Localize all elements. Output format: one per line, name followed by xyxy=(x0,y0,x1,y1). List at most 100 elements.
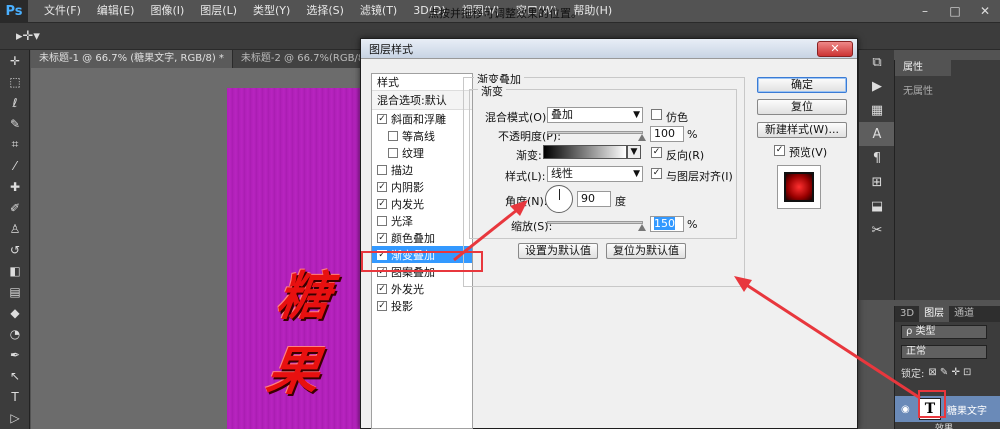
menu-type[interactable]: 类型(Y) xyxy=(245,0,298,22)
style-checkbox[interactable]: ✓ xyxy=(377,283,387,294)
pen-tool-icon[interactable]: ✒ xyxy=(0,344,30,365)
style-item[interactable]: ✓ 斜面和浮雕 xyxy=(372,110,472,127)
canvas-area[interactable]: 糖果 xyxy=(31,68,361,429)
history-brush-icon[interactable]: ↺ xyxy=(0,239,30,260)
style-item[interactable]: ✓ 内发光 xyxy=(372,195,472,212)
style-item[interactable]: 纹理 xyxy=(372,144,472,161)
stamp-tool-icon[interactable]: ♙ xyxy=(0,218,30,239)
tab-layers[interactable]: 图层 xyxy=(919,306,950,322)
layer-blend-select[interactable]: 正常 xyxy=(901,345,987,359)
menu-select[interactable]: 选择(S) xyxy=(298,0,352,22)
style-checkbox[interactable] xyxy=(388,147,398,158)
style-item[interactable]: ✓ 颜色叠加 xyxy=(372,229,472,246)
brush-panel-icon[interactable]: ⊞ xyxy=(859,170,895,194)
paragraph-panel-icon[interactable]: ¶ xyxy=(859,146,895,170)
quick-select-icon[interactable]: ✎ xyxy=(0,113,30,134)
character-panel-icon[interactable]: A xyxy=(859,122,895,146)
style-checkbox[interactable]: ✓ xyxy=(377,266,387,277)
style-item[interactable]: ✓ 渐变叠加 xyxy=(372,246,472,263)
brush-tool-icon[interactable]: ✐ xyxy=(0,197,30,218)
style-label: 渐变叠加 xyxy=(391,248,435,262)
style-item[interactable]: 等高线 xyxy=(372,127,472,144)
tab-properties[interactable]: 属性 xyxy=(895,60,951,76)
drag-hint: 点按并拖移可调整效果的位置。 xyxy=(428,7,582,20)
style-item[interactable]: 光泽 xyxy=(372,212,472,229)
style-checkbox[interactable]: ✓ xyxy=(377,198,387,209)
reset-button[interactable]: 复位 xyxy=(757,99,847,115)
menu-file[interactable]: 文件(F) xyxy=(36,0,89,22)
maximize-button[interactable]: □ xyxy=(940,0,970,22)
menu-filter[interactable]: 滤镜(T) xyxy=(352,0,405,22)
style-checkbox[interactable] xyxy=(377,164,387,175)
ok-button[interactable]: 确定 xyxy=(757,77,847,93)
tab-channels[interactable]: 通道 xyxy=(949,306,979,322)
effects-row[interactable]: 效果 xyxy=(929,422,953,429)
marquee-tool-icon[interactable]: ⬚ xyxy=(0,71,30,92)
crop-tool-icon[interactable]: ⌗ xyxy=(0,134,30,155)
blur-tool-icon[interactable]: ◆ xyxy=(0,302,30,323)
style-item[interactable]: ✓ 投影 xyxy=(372,297,472,314)
menu-edit[interactable]: 编辑(E) xyxy=(89,0,143,22)
style-checkbox[interactable]: ✓ xyxy=(377,249,387,260)
align-layer-checkbox[interactable]: ✓ xyxy=(651,168,662,179)
eyedropper-icon[interactable]: ⁄ xyxy=(0,155,30,176)
tab-3d[interactable]: 3D xyxy=(895,306,919,322)
lasso-tool-icon[interactable]: ℓ xyxy=(0,92,30,113)
swatches-panel-icon[interactable]: ▦ xyxy=(859,98,895,122)
dialog-titlebar[interactable]: 图层样式 ✕ xyxy=(361,39,857,59)
history-panel-icon[interactable]: ⧉ xyxy=(859,50,895,74)
style-item[interactable]: 描边 xyxy=(372,161,472,178)
blend-mode-select[interactable]: 叠加 ▼ xyxy=(547,107,643,123)
gradient-tool-icon[interactable]: ▤ xyxy=(0,281,30,302)
type-tool-icon[interactable]: T xyxy=(0,386,30,407)
dialog-close-button[interactable]: ✕ xyxy=(817,40,853,57)
style-checkbox[interactable]: ✓ xyxy=(377,300,387,311)
angle-dial[interactable] xyxy=(545,185,573,213)
menu-image[interactable]: 图像(I) xyxy=(142,0,192,22)
minimize-button[interactable]: – xyxy=(910,0,940,22)
dither-checkbox[interactable] xyxy=(651,109,662,120)
lock-icons[interactable]: ⊠ ✎ ✛ ⊡ xyxy=(928,367,971,378)
styles-header[interactable]: 样式 xyxy=(372,74,472,91)
preview-checkbox[interactable]: ✓ xyxy=(774,145,785,156)
angle-input[interactable]: 90 xyxy=(577,191,611,207)
new-style-button[interactable]: 新建样式(W)... xyxy=(757,122,847,138)
style-checkbox[interactable] xyxy=(377,215,387,226)
gradient-style-select[interactable]: 线性 ▼ xyxy=(547,166,643,182)
reset-default-button[interactable]: 复位为默认值 xyxy=(606,243,686,259)
blend-options-item[interactable]: 混合选项:默认 xyxy=(372,91,472,110)
move-tool-icon[interactable]: ✛ xyxy=(0,50,30,71)
set-default-button[interactable]: 设置为默认值 xyxy=(518,243,598,259)
scale-input[interactable]: 150 xyxy=(650,216,684,232)
style-checkbox[interactable]: ✓ xyxy=(377,232,387,243)
scale-slider[interactable] xyxy=(547,221,646,231)
close-window-button[interactable]: ✕ xyxy=(970,0,1000,22)
style-checkbox[interactable]: ✓ xyxy=(377,113,387,124)
healing-brush-icon[interactable]: ✚ xyxy=(0,176,30,197)
dodge-tool-icon[interactable]: ◔ xyxy=(0,323,30,344)
style-item[interactable]: ✓ 图案叠加 xyxy=(372,263,472,280)
style-checkbox[interactable]: ✓ xyxy=(377,181,387,192)
tab-document-1[interactable]: 未标题-1 @ 66.7% (糖果文字, RGB/8) * xyxy=(31,50,233,68)
style-checkbox[interactable] xyxy=(388,130,398,141)
style-item[interactable]: ✓ 外发光 xyxy=(372,280,472,297)
blend-mode-label: 混合模式(O): xyxy=(485,111,550,124)
eraser-tool-icon[interactable]: ◧ xyxy=(0,260,30,281)
move-tool-icon[interactable]: ▸✛▾ xyxy=(16,29,40,44)
actions-play-icon[interactable]: ▶ xyxy=(859,74,895,98)
reverse-checkbox[interactable]: ✓ xyxy=(651,147,662,158)
tool-presets-icon[interactable]: ✂ xyxy=(859,218,895,242)
menu-layer[interactable]: 图层(L) xyxy=(192,0,245,22)
style-item[interactable]: ✓ 内阴影 xyxy=(372,178,472,195)
layer-kind-select[interactable]: ρ 类型 xyxy=(901,325,987,339)
chevron-down-icon[interactable]: ▼ xyxy=(627,145,641,159)
style-label: 描边 xyxy=(391,163,413,177)
layer-item-candy-text[interactable]: ◉ T 糖果文字 xyxy=(895,396,1000,422)
path-select-icon[interactable]: ↖ xyxy=(0,365,30,386)
opacity-input[interactable]: 100 xyxy=(650,126,684,142)
clone-source-icon[interactable]: ⬓ xyxy=(859,194,895,218)
eye-icon[interactable]: ◉ xyxy=(901,404,910,415)
direct-select-icon[interactable]: ▷ xyxy=(0,407,30,428)
gradient-preview[interactable] xyxy=(543,145,627,159)
opacity-slider[interactable] xyxy=(547,131,646,141)
